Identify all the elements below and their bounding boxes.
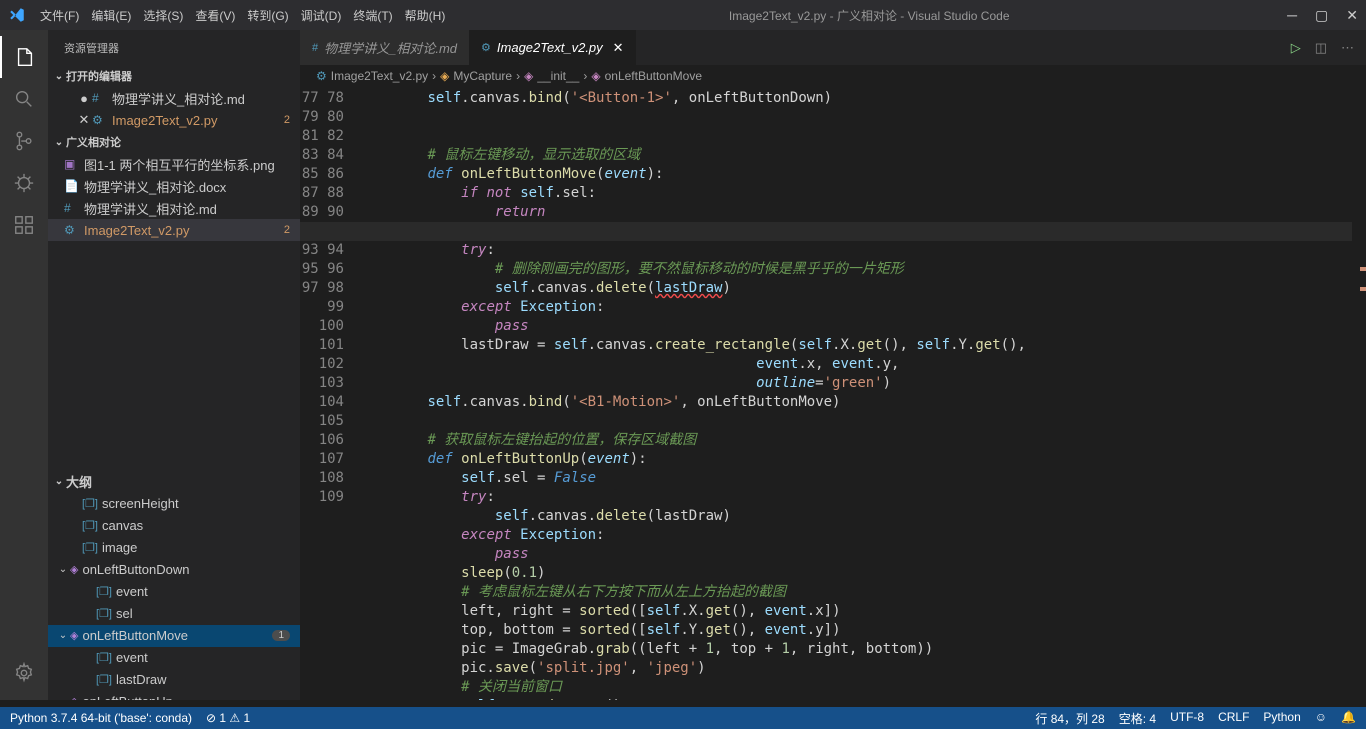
outline-item[interactable]: [❐]image <box>48 537 300 559</box>
status-python[interactable]: Python 3.7.4 64-bit ('base': conda) <box>10 711 192 725</box>
menu-go[interactable]: 转到(G) <box>241 7 294 24</box>
file-item[interactable]: ▣图1-1 两个相互平行的坐标系.png <box>48 153 300 175</box>
code-editor[interactable]: 77 78 79 80 81 82 83 84 85 86 87 88 89 9… <box>300 87 1366 700</box>
line-gutter: 77 78 79 80 81 82 83 84 85 86 87 88 89 9… <box>300 87 360 700</box>
menu-terminal[interactable]: 终端(T) <box>347 7 398 24</box>
open-editor-item[interactable]: ● # 物理学讲义_相对论.md <box>48 87 300 109</box>
menu-view[interactable]: 查看(V) <box>189 7 241 24</box>
file-item[interactable]: #物理学讲义_相对论.md <box>48 197 300 219</box>
method-icon: ◈ <box>524 69 533 83</box>
source-control-icon[interactable] <box>0 120 48 162</box>
breadcrumb[interactable]: ⚙Image2Text_v2.py› ◈MyCapture› ◈__init__… <box>300 65 1366 87</box>
extensions-icon[interactable] <box>0 204 48 246</box>
status-encoding[interactable]: UTF-8 <box>1170 710 1204 727</box>
dot-icon: ● <box>76 91 92 106</box>
explorer-icon[interactable] <box>0 36 48 78</box>
code-content[interactable]: self.canvas.bind('<Button-1>', onLeftBut… <box>360 87 1352 700</box>
outline-item[interactable]: ⌄◈onLeftButtonDown <box>48 559 300 581</box>
outline-item[interactable]: ⌄◈onLeftButtonUp <box>48 691 300 701</box>
dirty-icon: ✕ <box>613 40 624 56</box>
menu-file[interactable]: 文件(F) <box>34 7 85 24</box>
menu-edit[interactable]: 编辑(E) <box>85 7 137 24</box>
folder-header[interactable]: ⌄广义相对论 <box>48 131 300 153</box>
python-icon: ⚙ <box>316 69 327 83</box>
run-icon[interactable]: ▷ <box>1291 40 1301 56</box>
outline-item[interactable]: [❐]screenHeight <box>48 493 300 515</box>
menu-help[interactable]: 帮助(H) <box>399 7 452 24</box>
maximize-icon[interactable]: ▢ <box>1315 7 1328 24</box>
sidebar-title: 资源管理器 <box>48 30 300 65</box>
menu-debug[interactable]: 调试(D) <box>295 7 348 24</box>
open-editor-item[interactable]: ✕ ⚙ Image2Text_v2.py 2 <box>48 109 300 131</box>
settings-icon[interactable] <box>0 652 48 694</box>
python-icon: ⚙ <box>481 41 491 54</box>
vscode-logo-icon <box>8 6 26 24</box>
activity-bar <box>0 30 48 700</box>
status-problems[interactable]: ⊘ 1 ⚠ 1 <box>206 711 250 725</box>
outline-item[interactable]: ⌄◈onLeftButtonMove1 <box>48 625 300 647</box>
outline-item[interactable]: [❐]lastDraw <box>48 669 300 691</box>
method-icon: ◈ <box>591 69 600 83</box>
search-icon[interactable] <box>0 78 48 120</box>
debug-icon[interactable] <box>0 162 48 204</box>
split-icon[interactable]: ◫ <box>1315 40 1327 56</box>
minimap[interactable] <box>1352 87 1366 700</box>
close-icon[interactable]: ✕ <box>1346 7 1358 24</box>
outline-item[interactable]: [❐]event <box>48 581 300 603</box>
close-icon[interactable]: ✕ <box>76 112 92 128</box>
markdown-icon: # <box>312 42 318 54</box>
outline-item[interactable]: [❐]event <box>48 647 300 669</box>
open-editors-header[interactable]: ⌄打开的编辑器 <box>48 65 300 87</box>
window-title: Image2Text_v2.py - 广义相对论 - Visual Studio… <box>451 7 1287 24</box>
minimize-icon[interactable]: ─ <box>1287 7 1297 24</box>
tab[interactable]: ⚙Image2Text_v2.py✕ <box>469 30 636 65</box>
outline-item[interactable]: [❐]canvas <box>48 515 300 537</box>
class-icon: ◈ <box>440 69 449 83</box>
bell-icon[interactable]: 🔔 <box>1341 710 1356 727</box>
status-spaces[interactable]: 空格: 4 <box>1119 710 1156 727</box>
title-bar: 文件(F) 编辑(E) 选择(S) 查看(V) 转到(G) 调试(D) 终端(T… <box>0 0 1366 30</box>
file-item[interactable]: 📄物理学讲义_相对论.docx <box>48 175 300 197</box>
status-eol[interactable]: CRLF <box>1218 710 1249 727</box>
status-bar: Python 3.7.4 64-bit ('base': conda) ⊘ 1 … <box>0 707 1366 729</box>
tab[interactable]: #物理学讲义_相对论.md <box>300 30 469 65</box>
feedback-icon[interactable]: ☺ <box>1315 710 1327 727</box>
tab-bar: #物理学讲义_相对论.md ⚙Image2Text_v2.py✕ ▷ ◫ ⋯ <box>300 30 1366 65</box>
menu-select[interactable]: 选择(S) <box>137 7 189 24</box>
outline-item[interactable]: [❐]sel <box>48 603 300 625</box>
more-icon[interactable]: ⋯ <box>1341 40 1354 56</box>
file-item[interactable]: ⚙Image2Text_v2.py2 <box>48 219 300 241</box>
status-lang[interactable]: Python <box>1263 710 1300 727</box>
outline-header[interactable]: ⌄大纲 <box>48 471 300 493</box>
menu-bar[interactable]: 文件(F) 编辑(E) 选择(S) 查看(V) 转到(G) 调试(D) 终端(T… <box>34 7 451 24</box>
status-position[interactable]: 行 84，列 28 <box>1035 710 1104 727</box>
sidebar: 资源管理器 ⌄打开的编辑器 ● # 物理学讲义_相对论.md ✕ ⚙ Image… <box>48 30 300 700</box>
editor-area: #物理学讲义_相对论.md ⚙Image2Text_v2.py✕ ▷ ◫ ⋯ ⚙… <box>300 30 1366 700</box>
